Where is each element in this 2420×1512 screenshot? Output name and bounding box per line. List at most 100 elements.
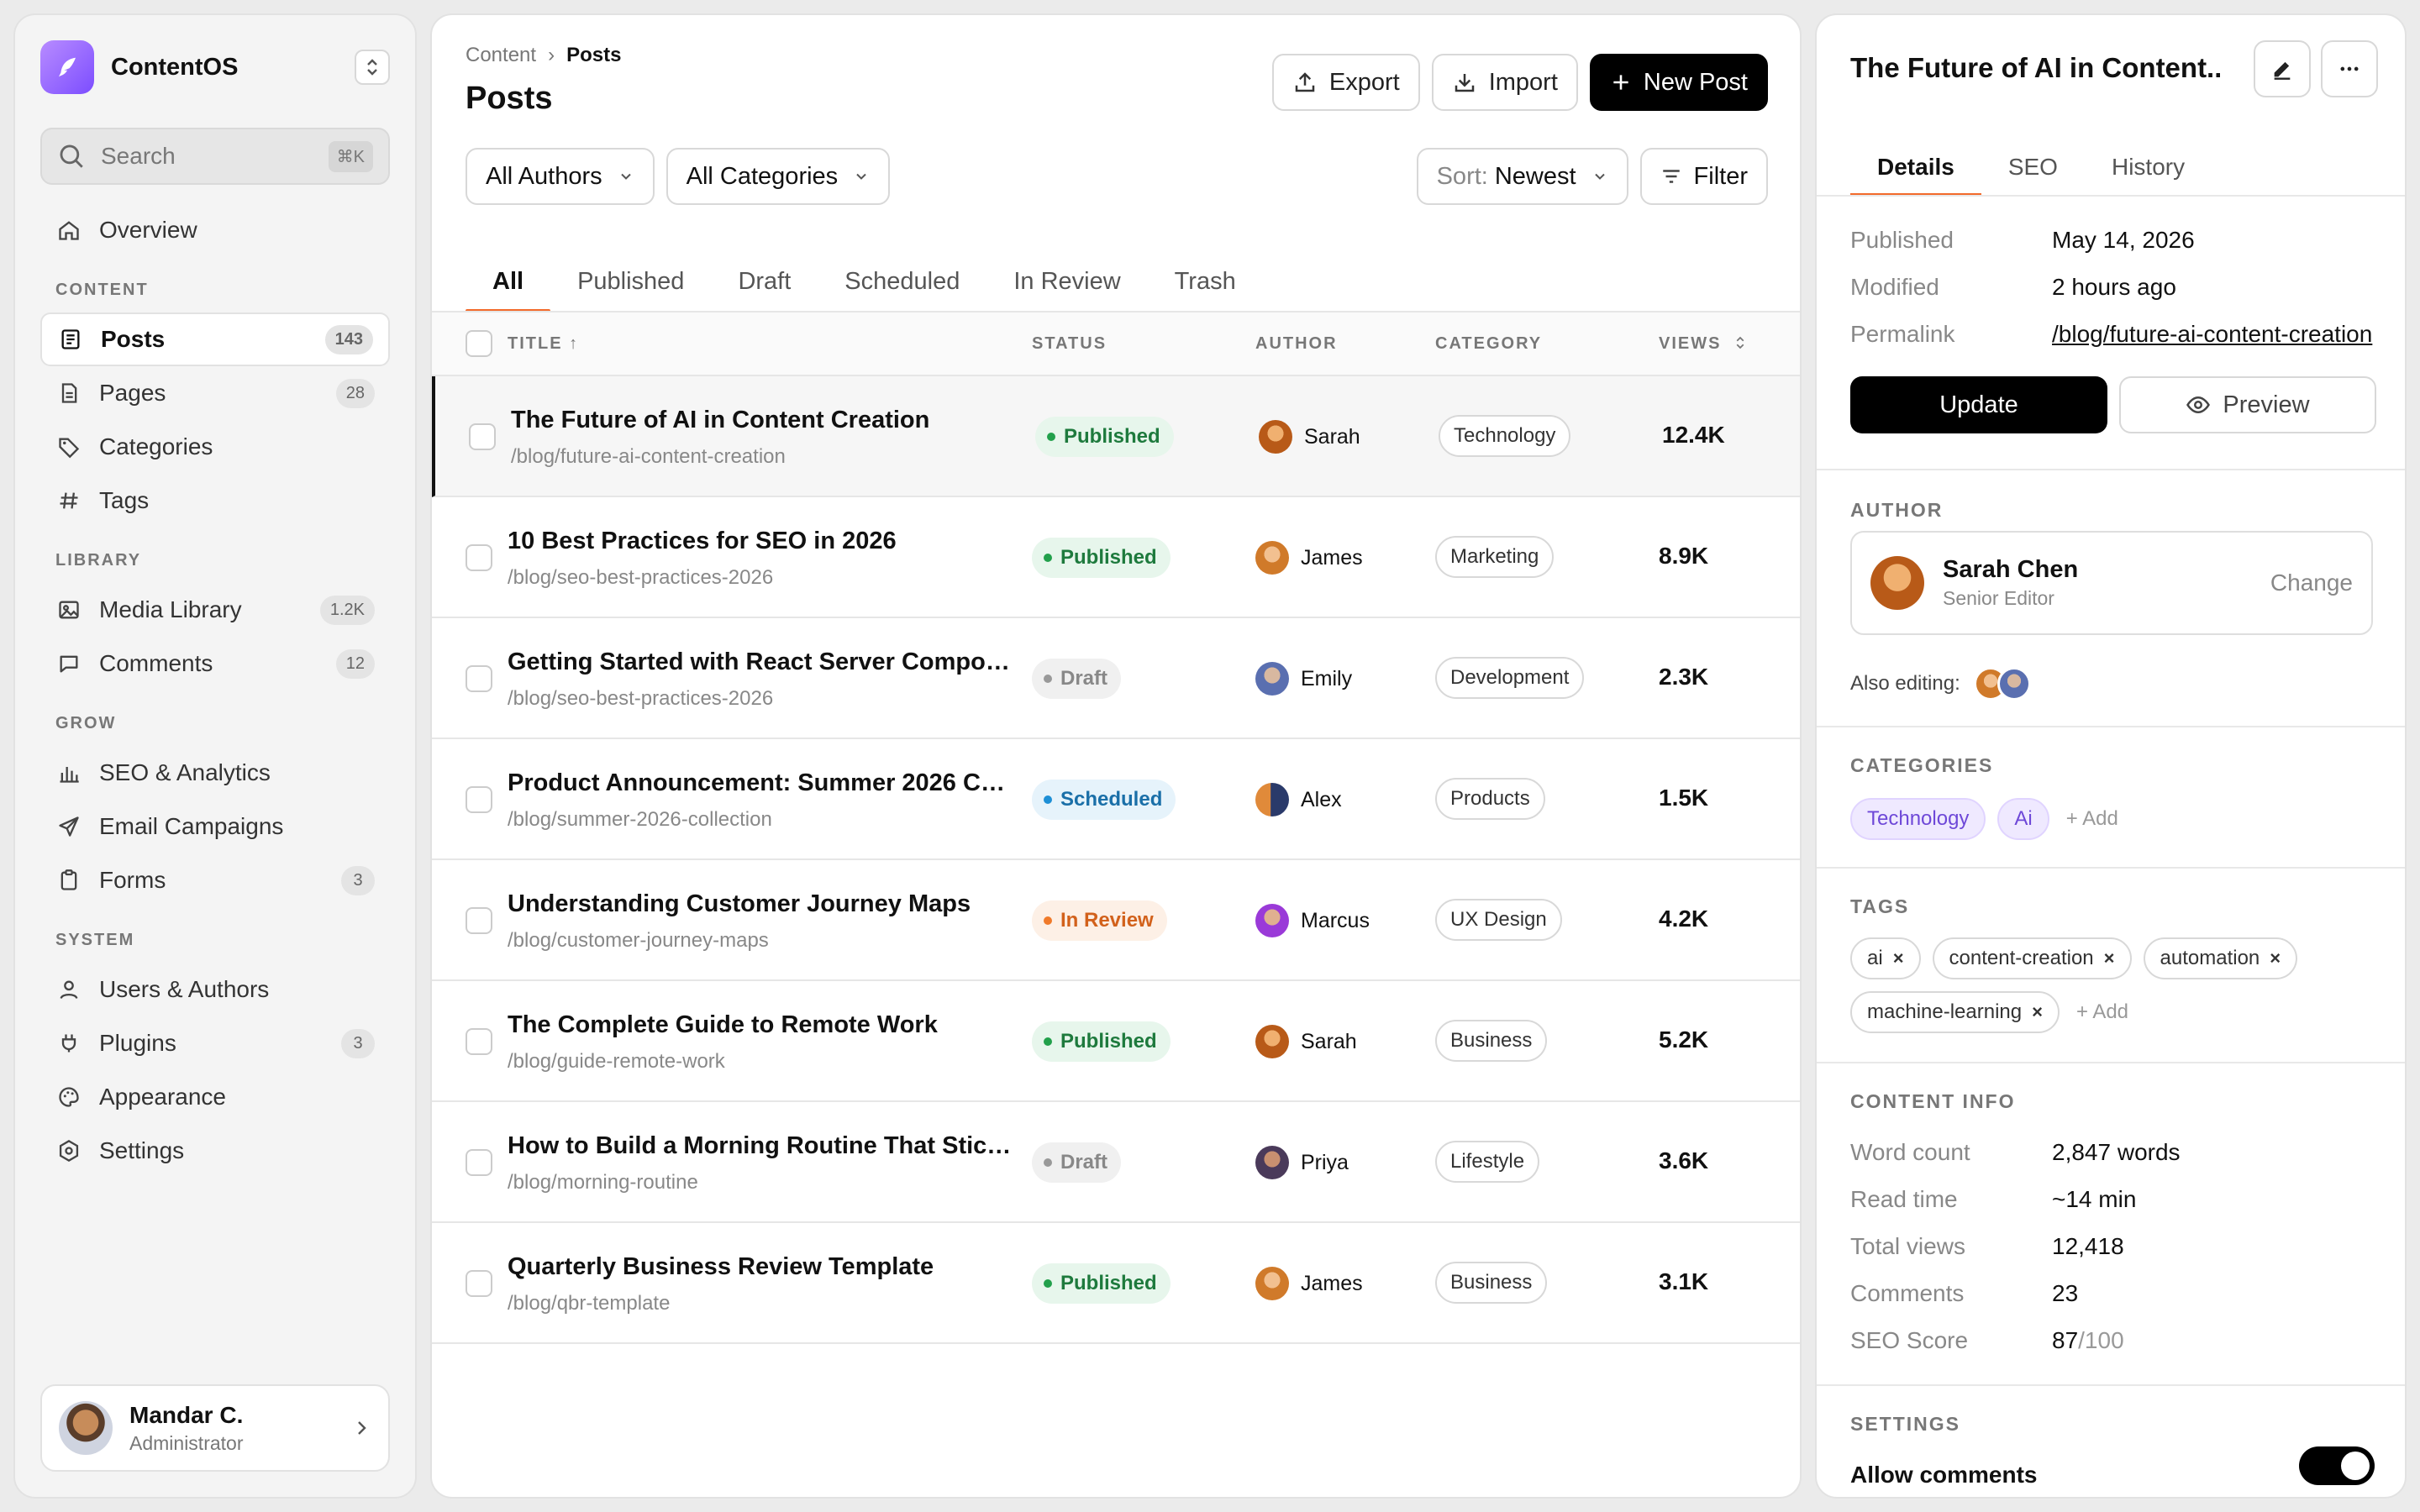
add-tag-button[interactable]: + Add (2071, 1000, 2133, 1024)
avatar (1996, 667, 2031, 701)
tag-chip[interactable]: content-creation × (1932, 937, 2132, 979)
edit-button[interactable] (2254, 40, 2311, 97)
table-row[interactable]: Quarterly Business Review Template /blog… (432, 1223, 1800, 1344)
more-options-button[interactable] (2321, 40, 2378, 97)
search-input[interactable]: Search ⌘K (40, 128, 390, 185)
close-icon[interactable]: × (2270, 948, 2281, 969)
row-checkbox[interactable] (469, 423, 496, 450)
seo-score-value: 87/100 (2052, 1327, 2124, 1354)
table-row[interactable]: Understanding Customer Journey Maps /blo… (432, 860, 1800, 981)
post-title[interactable]: Getting Started with React Server Compon… (508, 648, 1012, 676)
close-icon[interactable]: × (1893, 948, 1904, 969)
sidebar-item-label: Media Library (99, 596, 242, 622)
add-category-button[interactable]: + Add (2061, 807, 2123, 831)
section-library: LIBRARY (55, 551, 142, 570)
sidebar-item-posts[interactable]: Posts 143 (40, 312, 390, 366)
sidebar-item-appearance[interactable]: Appearance (40, 1070, 390, 1124)
post-title[interactable]: Understanding Customer Journey Maps (508, 890, 1012, 918)
sidebar-item-forms[interactable]: Forms 3 (40, 853, 390, 907)
category-chip[interactable]: Technology (1850, 798, 1986, 840)
sidebar-item-pages[interactable]: Pages 28 (40, 366, 390, 420)
sidebar-item-email[interactable]: Email Campaigns (40, 800, 390, 853)
sidebar-item-seo[interactable]: SEO & Analytics (40, 746, 390, 800)
update-button[interactable]: Update (1850, 376, 2107, 433)
workspace-switch-button[interactable] (355, 50, 390, 85)
row-checkbox[interactable] (466, 1149, 492, 1176)
tag-chip[interactable]: machine-learning × (1850, 991, 2060, 1033)
select-all-checkbox[interactable] (466, 330, 492, 357)
tab-scheduled[interactable]: Scheduled (818, 252, 986, 311)
row-checkbox[interactable] (466, 665, 492, 692)
row-checkbox[interactable] (466, 1270, 492, 1297)
sidebar-item-categories[interactable]: Categories (40, 420, 390, 474)
sort-select[interactable]: Sort: Newest (1416, 148, 1628, 205)
filter-button[interactable]: Filter (1639, 148, 1768, 205)
new-post-button[interactable]: New Post (1589, 54, 1768, 111)
post-title[interactable]: How to Build a Morning Routine That Stic… (508, 1132, 1012, 1160)
tag-chip[interactable]: automation × (2143, 937, 2298, 979)
tab-trash[interactable]: Trash (1148, 252, 1263, 311)
row-checkbox[interactable] (466, 907, 492, 934)
sidebar-item-tags[interactable]: Tags (40, 474, 390, 528)
pages-count-badge: 28 (335, 378, 375, 408)
sidebar-item-settings[interactable]: Settings (40, 1124, 390, 1178)
word-count-value: 2,847 words (2052, 1139, 2181, 1165)
close-icon[interactable]: × (2104, 948, 2115, 969)
tag-chip[interactable]: ai × (1850, 937, 1921, 979)
post-title[interactable]: The Complete Guide to Remote Work (508, 1011, 1012, 1039)
table-row[interactable]: How to Build a Morning Routine That Stic… (432, 1102, 1800, 1223)
tag-label: ai (1867, 947, 1883, 969)
category-badge: Business (1435, 1020, 1548, 1062)
modified-label: Modified (1850, 274, 1939, 300)
author-name: James (1301, 545, 1363, 570)
tab-history[interactable]: History (2085, 141, 2212, 193)
row-checkbox[interactable] (466, 1028, 492, 1055)
table-row[interactable]: 10 Best Practices for SEO in 2026 /blog/… (432, 497, 1800, 618)
category-filter-select[interactable]: All Categories (666, 148, 891, 205)
row-checkbox[interactable] (466, 786, 492, 813)
table-row[interactable]: Product Announcement: Summer 2026 Collec… (432, 739, 1800, 860)
post-title[interactable]: Product Announcement: Summer 2026 Collec… (508, 769, 1012, 797)
table-row[interactable]: The Complete Guide to Remote Work /blog/… (432, 981, 1800, 1102)
avatar (1255, 1146, 1289, 1179)
tab-in-review[interactable]: In Review (986, 252, 1147, 311)
permalink-link[interactable]: /blog/future-ai-content-creation (2052, 321, 2380, 348)
tag-label: machine-learning (1867, 1000, 2023, 1023)
sidebar-item-media[interactable]: Media Library 1.2K (40, 583, 390, 637)
tab-published[interactable]: Published (550, 252, 711, 311)
download-icon (1452, 70, 1477, 95)
tab-draft[interactable]: Draft (711, 252, 818, 311)
author-name: Priya (1301, 1150, 1349, 1174)
export-button[interactable]: Export (1271, 54, 1420, 111)
close-icon[interactable]: × (2032, 1001, 2043, 1023)
views-count: 5.2K (1659, 1026, 1709, 1053)
tab-seo[interactable]: SEO (1981, 141, 2085, 193)
tab-details[interactable]: Details (1850, 141, 1981, 197)
current-user-card[interactable]: Mandar C. Administrator (40, 1384, 390, 1472)
post-title[interactable]: 10 Best Practices for SEO in 2026 (508, 528, 1012, 555)
allow-comments-toggle[interactable] (2299, 1446, 2375, 1485)
change-author-button[interactable]: Change (2270, 570, 2353, 596)
import-button[interactable]: Import (1431, 54, 1578, 111)
breadcrumb-content-link[interactable]: Content (466, 44, 536, 67)
post-title[interactable]: Quarterly Business Review Template (508, 1253, 1012, 1281)
views-column-header[interactable]: VIEWS (1659, 334, 1748, 354)
table-row[interactable]: Getting Started with React Server Compon… (432, 618, 1800, 739)
modified-row: Modified 2 hours ago (1850, 274, 2176, 301)
sidebar-item-users[interactable]: Users & Authors (40, 963, 390, 1016)
author-name: James (1301, 1271, 1363, 1295)
sidebar-item-plugins[interactable]: Plugins 3 (40, 1016, 390, 1070)
sidebar-item-comments[interactable]: Comments 12 (40, 637, 390, 690)
status-badge: Draft (1032, 659, 1122, 699)
sidebar-item-overview[interactable]: Overview (40, 203, 390, 257)
table-row[interactable]: The Future of AI in Content Creation /bl… (432, 376, 1800, 497)
sidebar-nav: Overview CONTENT Posts 143 Pages 28 Cate… (40, 203, 390, 1178)
sidebar-item-label: Comments (99, 650, 213, 676)
tab-all[interactable]: All (466, 252, 551, 312)
title-column-header[interactable]: TITLE ↑ (508, 334, 579, 354)
author-filter-select[interactable]: All Authors (466, 148, 655, 205)
preview-button[interactable]: Preview (2119, 376, 2376, 433)
row-checkbox[interactable] (466, 544, 492, 571)
post-title[interactable]: The Future of AI in Content Creation (511, 407, 1015, 434)
category-chip[interactable]: Ai (1997, 798, 2049, 840)
